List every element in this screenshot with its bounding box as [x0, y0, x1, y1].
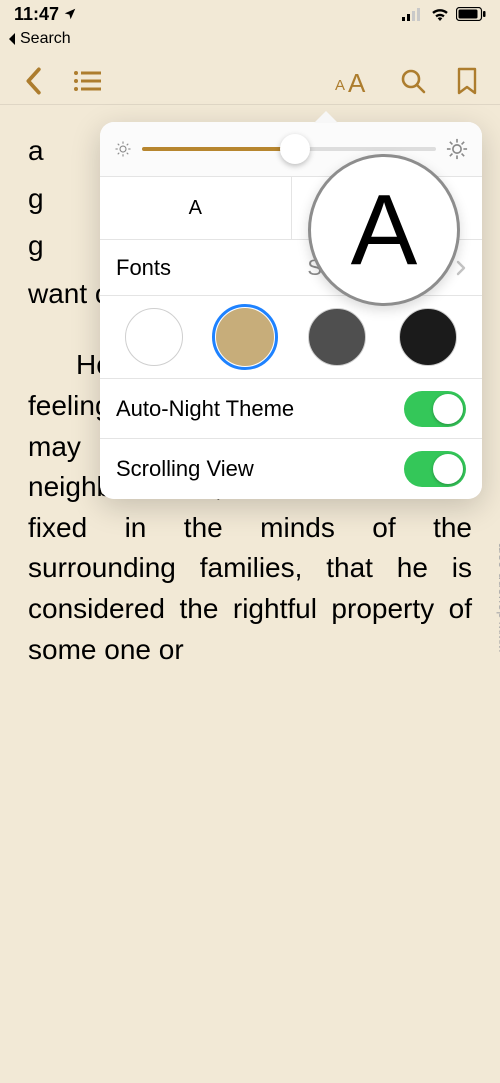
breadcrumb-row: Search: [0, 28, 500, 57]
battery-icon: [456, 7, 486, 21]
auto-night-label: Auto-Night Theme: [116, 396, 294, 422]
magnifier-loupe: A: [308, 154, 460, 306]
chevron-left-icon: [24, 67, 42, 95]
status-bar: 11:47: [0, 0, 500, 28]
magnifier-glyph: A: [351, 173, 418, 288]
chevron-right-icon: [456, 260, 466, 276]
theme-white[interactable]: [125, 308, 183, 366]
scrolling-label: Scrolling View: [116, 456, 254, 482]
svg-text:A: A: [335, 77, 345, 94]
caret-left-icon: [6, 32, 18, 46]
theme-sepia[interactable]: [216, 308, 274, 366]
themes-row: [100, 296, 482, 379]
search-icon: [400, 68, 426, 94]
slider-knob[interactable]: [280, 134, 310, 164]
breadcrumb-label: Search: [20, 30, 71, 48]
nav-bar: AA: [0, 57, 500, 105]
bookmark-button[interactable]: [452, 66, 482, 96]
theme-grey[interactable]: [308, 308, 366, 366]
clock-text: 11:47: [14, 4, 59, 25]
status-time: 11:47: [14, 4, 77, 25]
fonts-label: Fonts: [116, 255, 171, 281]
wifi-icon: [430, 7, 450, 21]
watermark: www.deuapp.com: [495, 542, 500, 652]
brightness-low-icon: [114, 140, 132, 158]
font-size-icon: AA: [331, 68, 373, 94]
theme-black[interactable]: [399, 308, 457, 366]
scrolling-toggle[interactable]: [404, 451, 466, 487]
auto-night-row: Auto-Night Theme: [100, 379, 482, 439]
cellular-icon: [402, 7, 424, 21]
toggle-knob: [433, 454, 463, 484]
brightness-slider[interactable]: [142, 147, 436, 151]
breadcrumb[interactable]: Search: [6, 30, 71, 48]
bookmark-icon: [457, 67, 477, 95]
auto-night-toggle[interactable]: [404, 391, 466, 427]
brightness-high-icon: [446, 138, 468, 160]
toc-button[interactable]: [72, 66, 102, 96]
svg-text:A: A: [348, 68, 366, 94]
font-smaller-button[interactable]: A: [100, 177, 292, 239]
list-icon: [73, 70, 101, 92]
font-small-glyph: A: [189, 197, 202, 220]
back-button[interactable]: [18, 66, 48, 96]
appearance-button[interactable]: AA: [330, 66, 374, 96]
location-icon: [63, 7, 77, 21]
scrolling-row: Scrolling View: [100, 439, 482, 499]
search-button[interactable]: [398, 66, 428, 96]
toggle-knob: [433, 394, 463, 424]
popover-arrow: [314, 111, 338, 123]
